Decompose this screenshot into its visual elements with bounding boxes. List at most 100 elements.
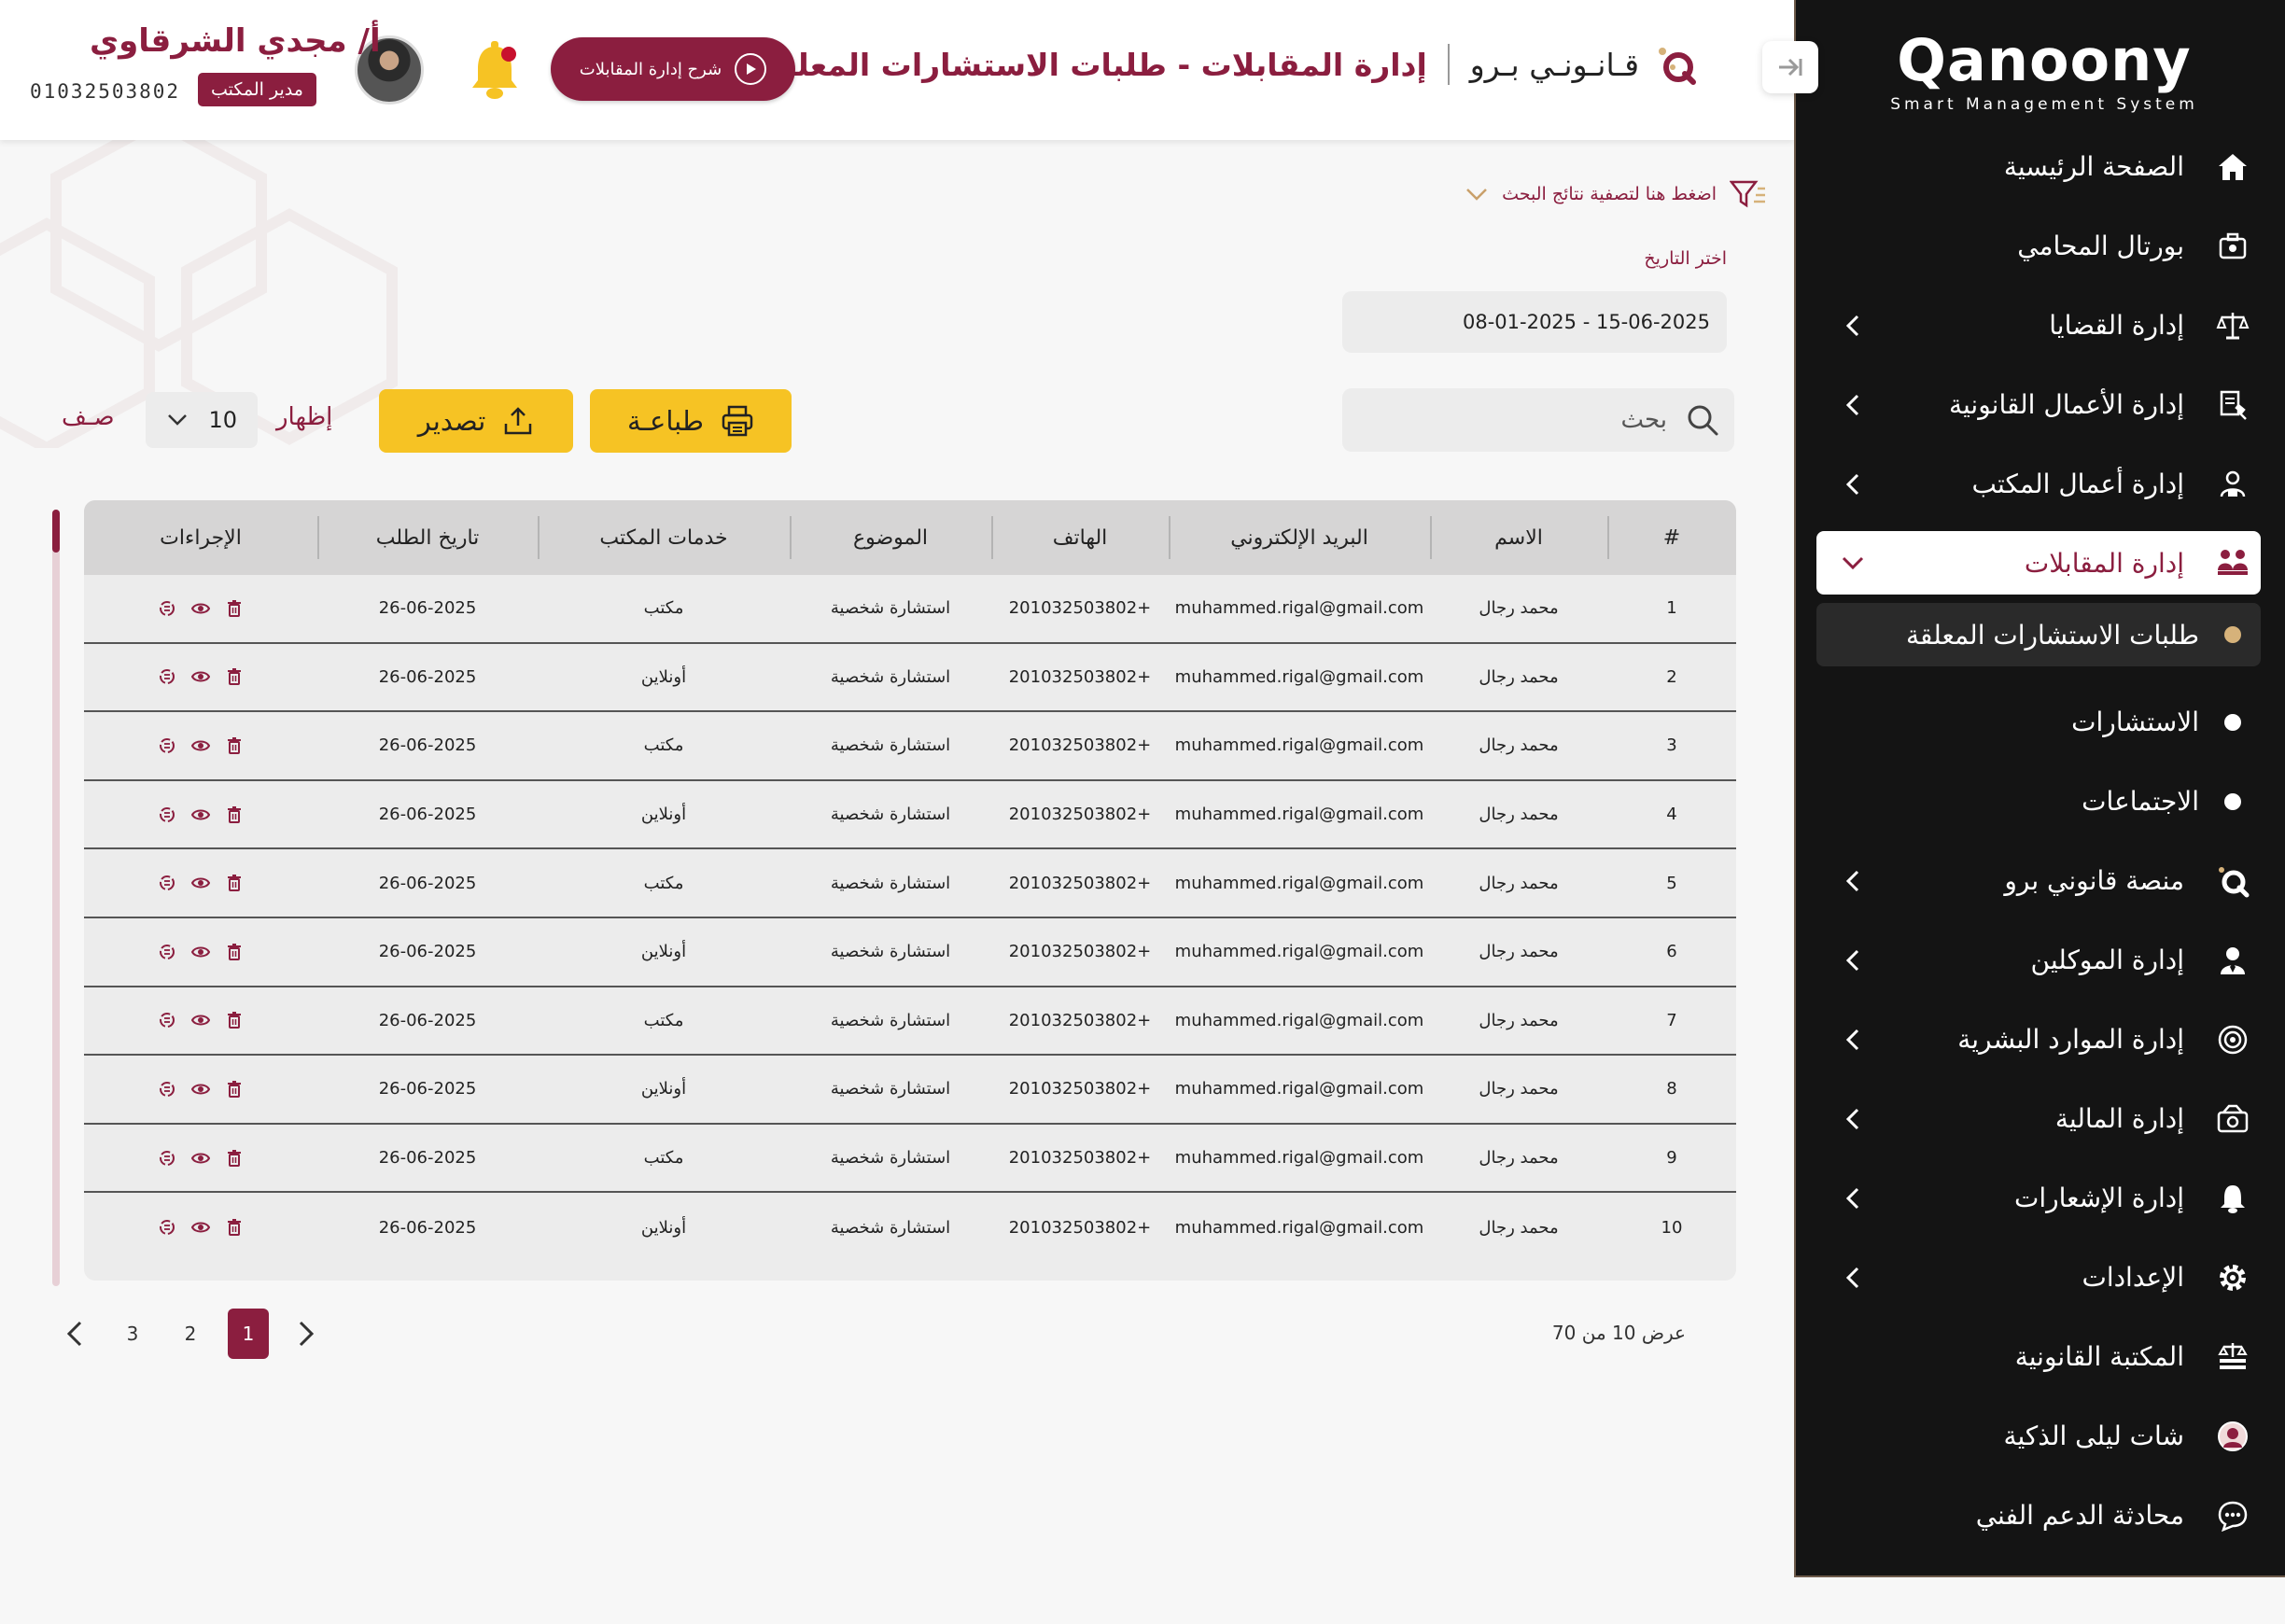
convert-icon[interactable] (158, 736, 176, 755)
chevron-left-icon[interactable] (1839, 1184, 1867, 1212)
sidebar-item[interactable]: الصفحة الرئيسية (1816, 127, 2261, 206)
view-icon[interactable] (191, 599, 210, 618)
delete-icon[interactable] (225, 943, 244, 961)
cell-email: muhammed.rigal@gmail.com (1174, 873, 1424, 893)
support-chat-icon (2214, 1497, 2251, 1534)
table-scrollbar-track[interactable] (52, 510, 60, 1286)
sidebar-item[interactable]: شات ليلى الذكية (1816, 1396, 2261, 1476)
table-row[interactable]: 5 محمد رجال muhammed.rigal@gmail.com +20103… (84, 849, 1736, 918)
filter-icon (1730, 180, 1765, 208)
sidebar-logo[interactable]: Qanoony Smart Management System (1885, 26, 2203, 114)
chevron-left-icon[interactable] (1839, 1105, 1867, 1133)
page-1-button[interactable]: 1 (228, 1309, 269, 1359)
page-size-select[interactable]: 10 (146, 392, 258, 448)
client-icon (2214, 942, 2251, 979)
search-input[interactable] (1387, 406, 1667, 434)
delete-icon[interactable] (225, 599, 244, 618)
convert-icon[interactable] (158, 599, 176, 618)
filter-toggle[interactable]: اضغط هنا لتصفية نتائج البحث (1465, 179, 1767, 209)
column-header: الموضوع (790, 500, 991, 575)
table-scrollbar-thumb[interactable] (52, 510, 60, 553)
chevron-left-icon[interactable] (1839, 867, 1867, 895)
sidebar-item[interactable]: منصة قانوني برو (1816, 841, 2261, 920)
convert-icon[interactable] (158, 1011, 176, 1029)
view-icon[interactable] (191, 1218, 210, 1237)
delete-icon[interactable] (225, 1149, 244, 1168)
view-icon[interactable] (191, 1080, 210, 1099)
sidebar-item[interactable]: إدارة أعمال المكتب (1816, 444, 2261, 524)
table-row[interactable]: 4 محمد رجال muhammed.rigal@gmail.com +20103… (84, 781, 1736, 850)
chevron-left-icon[interactable] (1839, 1264, 1867, 1292)
sidebar-item[interactable]: بورتال المحامي (1816, 206, 2261, 286)
sidebar-item[interactable]: المكتبة القانونية (1816, 1317, 2261, 1396)
delete-icon[interactable] (225, 1080, 244, 1099)
delete-icon[interactable] (225, 1011, 244, 1029)
delete-icon[interactable] (225, 1218, 244, 1237)
sidebar-item[interactable]: إدارة المالية (1816, 1079, 2261, 1158)
date-range-field[interactable]: 08-01-2025 - 15-06-2025 (1342, 291, 1727, 353)
sidebar-item[interactable]: محادثة الدعم الفني (1816, 1476, 2261, 1555)
convert-icon[interactable] (158, 1080, 176, 1099)
sidebar-subitem[interactable]: الاجتماعات (1816, 762, 2261, 841)
chevron-left-icon[interactable] (1839, 1026, 1867, 1054)
chevron-down-icon[interactable] (1839, 549, 1867, 577)
page-3-button[interactable]: 3 (112, 1309, 153, 1359)
view-icon[interactable] (191, 805, 210, 824)
cell-name: محمد رجال (1479, 1148, 1559, 1169)
next-page-button[interactable] (286, 1309, 327, 1359)
chevron-left-icon[interactable] (1839, 470, 1867, 498)
notification-bell-icon[interactable] (467, 39, 523, 101)
search-icon (1688, 405, 1718, 436)
collapse-sidebar-button[interactable] (1762, 41, 1818, 93)
chevron-left-icon[interactable] (1839, 312, 1867, 340)
sidebar-item[interactable]: إدارة الموارد البشرية (1816, 1000, 2261, 1079)
sidebar-item[interactable]: إدارة الموكلين (1816, 920, 2261, 1000)
sidebar-item[interactable]: إدارة الإشعارات (1816, 1158, 2261, 1238)
delete-icon[interactable] (225, 805, 244, 824)
cell-service: أونلاين (640, 1079, 687, 1099)
sidebar-subitem[interactable]: الاستشارات (1816, 682, 2261, 762)
table-row[interactable]: 6 محمد رجال muhammed.rigal@gmail.com +20103… (84, 918, 1736, 987)
sidebar-item[interactable]: إدارة القضايا (1816, 286, 2261, 365)
table-row[interactable]: 10 محمد رجال muhammed.rigal@gmail.com +2010… (84, 1193, 1736, 1262)
sidebar-item[interactable]: إدارة المقابلات (1816, 531, 2261, 595)
table-row[interactable]: 3 محمد رجال muhammed.rigal@gmail.com +20103… (84, 712, 1736, 781)
table-row[interactable]: 9 محمد رجال muhammed.rigal@gmail.com +20103… (84, 1125, 1736, 1194)
chevron-down-icon (1466, 189, 1487, 201)
table-row[interactable]: 8 محمد رجال muhammed.rigal@gmail.com +20103… (84, 1056, 1736, 1125)
convert-icon[interactable] (158, 1218, 176, 1237)
view-icon[interactable] (191, 736, 210, 755)
print-button[interactable]: طباعـة (590, 389, 792, 453)
view-icon[interactable] (191, 1149, 210, 1168)
chevron-left-icon[interactable] (1839, 391, 1867, 419)
chevron-left-icon[interactable] (1839, 946, 1867, 974)
delete-icon[interactable] (225, 874, 244, 892)
sidebar-nav: الصفحة الرئيسية بورتال المحامي إدارة القضا… (1816, 127, 2261, 1555)
delete-icon[interactable] (225, 736, 244, 755)
cell-num: 8 (1666, 1079, 1677, 1099)
page-2-button[interactable]: 2 (170, 1309, 211, 1359)
sidebar-subitem[interactable]: طلبات الاستشارات المعلقة (1816, 603, 2261, 666)
view-icon[interactable] (191, 874, 210, 892)
convert-icon[interactable] (158, 667, 176, 686)
view-icon[interactable] (191, 667, 210, 686)
convert-icon[interactable] (158, 1149, 176, 1168)
table-row[interactable]: 7 محمد رجال muhammed.rigal@gmail.com +20103… (84, 987, 1736, 1057)
explain-button[interactable]: شرح إدارة المقابلات (551, 37, 795, 101)
cell-service: أونلاين (640, 942, 687, 962)
sidebar-item[interactable]: إدارة الأعمال القانونية (1816, 365, 2261, 444)
prev-page-button[interactable] (54, 1309, 95, 1359)
cell-name: محمد رجال (1479, 805, 1559, 825)
convert-icon[interactable] (158, 805, 176, 824)
table-row[interactable]: 1 محمد رجال muhammed.rigal@gmail.com +20103… (84, 575, 1736, 644)
view-icon[interactable] (191, 943, 210, 961)
view-icon[interactable] (191, 1011, 210, 1029)
cell-date: 26-06-2025 (378, 1148, 477, 1169)
export-button[interactable]: تصدير (379, 389, 573, 453)
table-row[interactable]: 2 محمد رجال muhammed.rigal@gmail.com +20103… (84, 644, 1736, 713)
cell-num: 5 (1666, 873, 1677, 893)
delete-icon[interactable] (225, 667, 244, 686)
convert-icon[interactable] (158, 874, 176, 892)
sidebar-item[interactable]: الإعدادات (1816, 1238, 2261, 1317)
convert-icon[interactable] (158, 943, 176, 961)
